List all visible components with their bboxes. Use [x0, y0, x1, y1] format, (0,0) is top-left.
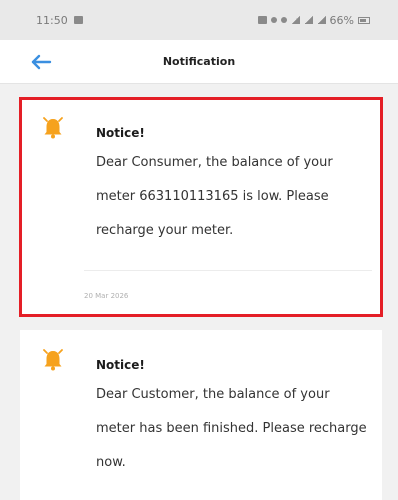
- notification-card[interactable]: Notice! Dear Customer, the balance of yo…: [20, 330, 382, 500]
- page-title: Notification: [162, 55, 236, 68]
- status-right: 66%: [257, 13, 370, 27]
- notification-title: Notice!: [96, 126, 145, 140]
- bell-icon: [43, 349, 63, 371]
- notification-date: 20 Mar 2026: [84, 292, 129, 300]
- status-time: 11:50: [36, 13, 68, 27]
- bell-icon: [43, 117, 63, 139]
- card-divider: [84, 270, 372, 271]
- signal-icon: [303, 16, 313, 24]
- signal-2-icon: [316, 16, 326, 24]
- status-left: 11:50: [36, 14, 83, 27]
- gallery-icon: [73, 16, 83, 24]
- vibrate-icon: [270, 17, 277, 23]
- alarm-icon: [257, 16, 267, 24]
- battery-percent: 66%: [329, 13, 354, 27]
- wifi-icon: [290, 16, 300, 24]
- app-header: Notification: [0, 40, 398, 84]
- notification-list: Notice! Dear Consumer, the balance of yo…: [0, 84, 398, 500]
- notification-message: Dear Customer, the balance of your meter…: [96, 387, 367, 470]
- notification-title: Notice!: [96, 358, 145, 372]
- back-button[interactable]: [26, 50, 56, 74]
- mute-icon: [280, 17, 287, 23]
- arrow-left-icon: [31, 54, 52, 70]
- status-bar: 11:50 66%: [0, 0, 398, 40]
- notification-card[interactable]: Notice! Dear Consumer, the balance of yo…: [19, 97, 383, 317]
- battery-icon: [358, 16, 370, 24]
- notification-message: Dear Consumer, the balance of your meter…: [96, 155, 333, 238]
